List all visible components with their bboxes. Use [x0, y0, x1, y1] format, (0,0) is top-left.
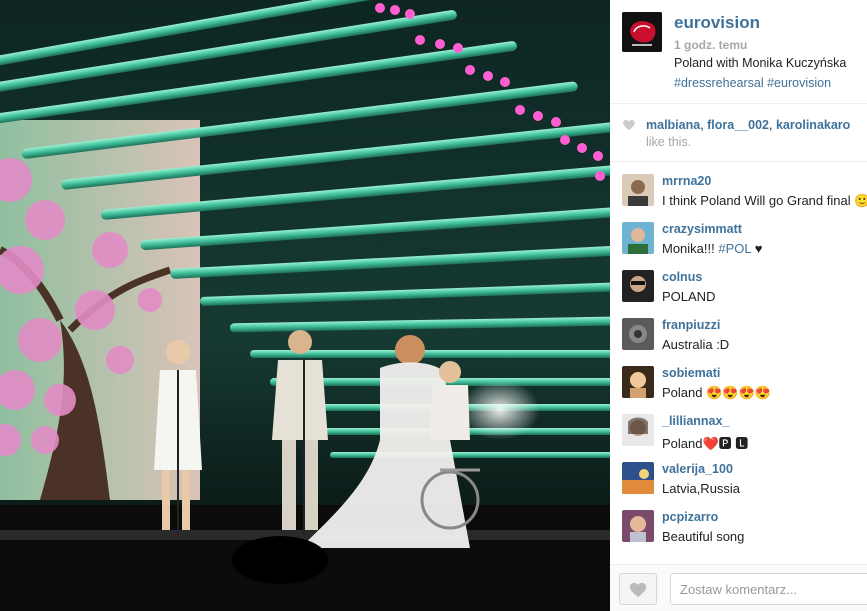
comment-text: Monika!!! #POL ♥: [662, 241, 762, 256]
heart-icon: [629, 582, 647, 598]
avatar-image: [622, 222, 654, 254]
comment-item: colnus POLAND: [610, 268, 867, 316]
comments-list: mrrna20 I think Poland Will go Grand fin…: [610, 172, 867, 564]
comment-avatar[interactable]: [622, 462, 654, 494]
likers-list: malbiana, flora__002, karolinakaro: [646, 118, 850, 132]
comment-item: sobiemati Poland 😍😍😍😍: [610, 364, 867, 412]
comment-avatar[interactable]: [622, 318, 654, 350]
post-photo[interactable]: [0, 0, 610, 611]
avatar-image: [622, 366, 654, 398]
post-hashtags[interactable]: #dressrehearsal #eurovision: [674, 76, 831, 90]
comment-avatar[interactable]: [622, 510, 654, 542]
comment-username[interactable]: valerija_100: [662, 462, 733, 476]
like-button[interactable]: [619, 573, 657, 605]
comment-username[interactable]: _lilliannax_: [662, 414, 729, 428]
liker-link[interactable]: karolinakaro: [776, 118, 850, 132]
comment-item: pcpizarro Beautiful song: [610, 508, 867, 556]
comment-text: Beautiful song: [662, 529, 745, 544]
comment-text: Australia :D: [662, 337, 730, 352]
avatar-image: [622, 462, 654, 494]
post-username[interactable]: eurovision: [674, 13, 760, 33]
comment-item: crazysimmatt Monika!!! #POL ♥: [610, 220, 867, 268]
avatar-image: [622, 414, 654, 446]
comment-username[interactable]: crazysimmatt: [662, 222, 742, 236]
comment-avatar[interactable]: [622, 222, 654, 254]
comment-username[interactable]: sobiemati: [662, 366, 720, 380]
comment-username[interactable]: franpiuzzi: [662, 318, 720, 332]
liker-link[interactable]: flora__002: [707, 118, 769, 132]
comment-text: Poland 😍😍😍😍: [662, 385, 771, 400]
avatar-image: [622, 510, 654, 542]
eurovision-logo-icon: [622, 12, 662, 52]
comment-hashtag[interactable]: #POL: [718, 241, 751, 256]
stage-photo-image: [0, 0, 610, 611]
post-timestamp[interactable]: 1 godz. temu: [674, 38, 747, 52]
comment-item: mrrna20 I think Poland Will go Grand fin…: [610, 172, 867, 220]
liker-link[interactable]: malbiana: [646, 118, 700, 132]
comment-text: I think Poland Will go Grand final 🙂: [662, 193, 867, 208]
likes-section: malbiana, flora__002, karolinakaro like …: [610, 104, 867, 162]
comment-username[interactable]: colnus: [662, 270, 702, 284]
comment-text-part: ♥: [751, 241, 763, 256]
post-caption: Poland with Monika Kuczyńska: [674, 56, 847, 70]
comment-item: valerija_100 Latvia,Russia: [610, 460, 867, 508]
avatar-image: [622, 174, 654, 206]
post-sidebar: eurovision 1 godz. temu Poland with Moni…: [610, 0, 867, 611]
liker-separator: ,: [769, 118, 776, 132]
comment-avatar[interactable]: [622, 270, 654, 302]
avatar-image: [622, 318, 654, 350]
comment-avatar[interactable]: [622, 366, 654, 398]
eurovision-avatar[interactable]: [622, 12, 662, 52]
comment-text-part: Monika!!!: [662, 241, 719, 256]
heart-icon: [623, 120, 635, 131]
comment-text: POLAND: [662, 289, 716, 304]
comment-username[interactable]: mrrna20: [662, 174, 711, 188]
comment-username[interactable]: pcpizarro: [662, 510, 718, 524]
comment-footer: [610, 564, 867, 611]
comment-input[interactable]: [670, 573, 867, 605]
likes-suffix: like this.: [646, 135, 692, 149]
post-header: eurovision 1 godz. temu Poland with Moni…: [610, 0, 867, 104]
comment-item: franpiuzzi Australia :D: [610, 316, 867, 364]
comment-text: Latvia,Russia: [662, 481, 741, 496]
comment-text: Poland❤️🅿 🅻: [662, 436, 749, 451]
comment-item: _lilliannax_ Poland❤️🅿 🅻: [610, 412, 867, 460]
comment-avatar[interactable]: [622, 414, 654, 446]
comment-avatar[interactable]: [622, 174, 654, 206]
avatar-image: [622, 270, 654, 302]
